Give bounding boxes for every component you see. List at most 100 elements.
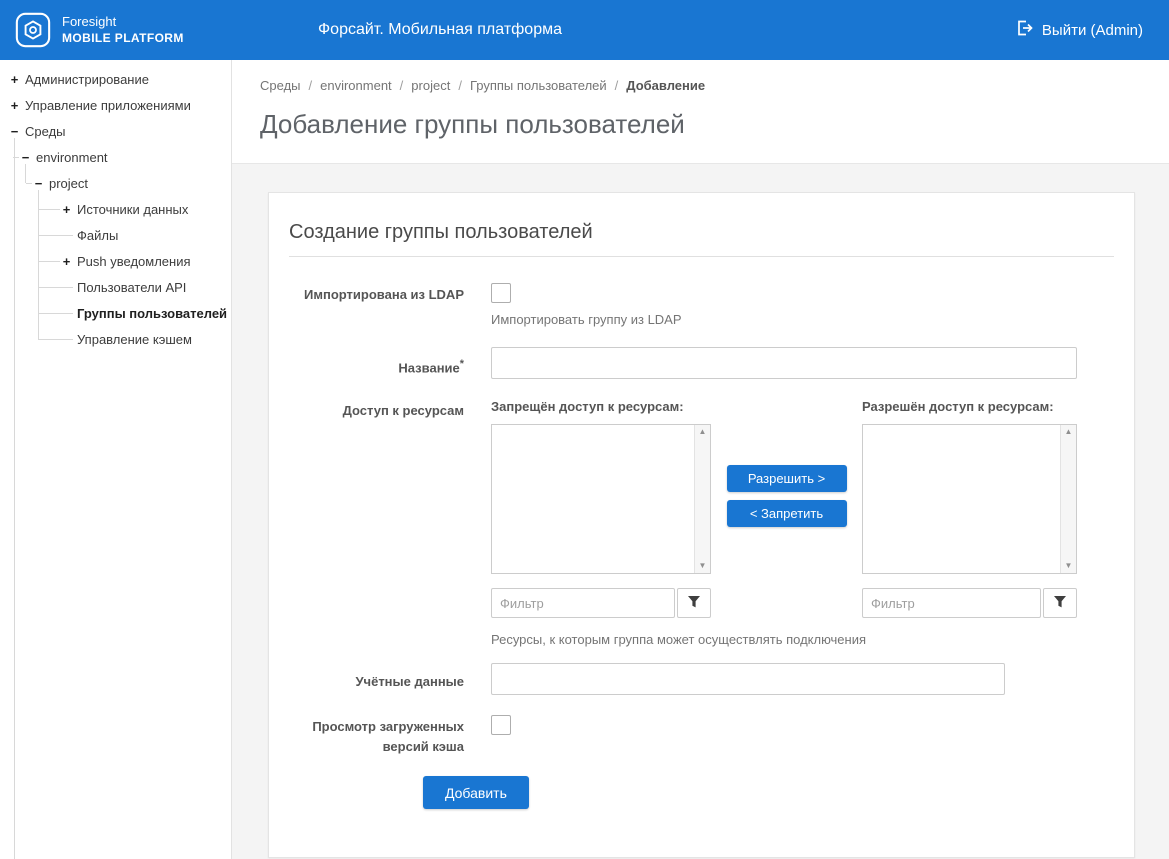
breadcrumb: Среды / environment / project / Группы п… bbox=[260, 78, 1141, 93]
credentials-label: Учётные данные bbox=[289, 663, 464, 695]
sidebar-item-api-users[interactable]: Пользователи API bbox=[0, 274, 231, 300]
tree-expand-icon[interactable]: + bbox=[60, 203, 73, 216]
ldap-label: Импортирована из LDAP bbox=[289, 283, 464, 327]
breadcrumb-item[interactable]: Среды bbox=[260, 78, 301, 93]
sidebar-item-user-groups[interactable]: Группы пользователей bbox=[0, 300, 231, 326]
denied-filter-button[interactable] bbox=[677, 588, 711, 618]
cache-view-checkbox[interactable] bbox=[491, 715, 511, 735]
sidebar-item-label: Источники данных bbox=[77, 202, 188, 217]
sidebar-item-label: Файлы bbox=[77, 228, 118, 243]
page-title: Добавление группы пользователей bbox=[260, 107, 1141, 141]
tree-connector bbox=[38, 313, 73, 314]
sidebar-item-environment[interactable]: − environment bbox=[0, 144, 231, 170]
form-row-name: Название* bbox=[289, 347, 1114, 379]
tree-connector bbox=[38, 235, 73, 236]
name-label: Название* bbox=[289, 347, 464, 379]
form-row-submit: Добавить bbox=[289, 776, 1114, 809]
tree-expand-icon[interactable]: + bbox=[8, 73, 21, 86]
ldap-helper-text: Импортировать группу из LDAP bbox=[491, 312, 1114, 327]
breadcrumb-separator: / bbox=[615, 78, 619, 93]
foresight-logo-icon bbox=[14, 11, 52, 49]
form-row-resources: Доступ к ресурсам Запрещён доступ к ресу… bbox=[289, 399, 1114, 647]
breadcrumb-item[interactable]: project bbox=[411, 78, 450, 93]
breadcrumb-separator: / bbox=[458, 78, 462, 93]
form-row-credentials: Учётные данные bbox=[289, 663, 1114, 695]
scroll-up-icon[interactable]: ▲ bbox=[699, 425, 707, 439]
logo-text: Foresight MOBILE PLATFORM bbox=[62, 14, 184, 45]
sidebar-item-data-sources[interactable]: + Источники данных bbox=[0, 196, 231, 222]
sidebar-item-label: Управление приложениями bbox=[25, 98, 191, 113]
allow-button[interactable]: Разрешить > bbox=[727, 465, 847, 492]
deny-button[interactable]: < Запретить bbox=[727, 500, 847, 527]
sidebar-item-files[interactable]: Файлы bbox=[0, 222, 231, 248]
scroll-down-icon[interactable]: ▼ bbox=[1065, 559, 1073, 573]
sidebar-item-label: Среды bbox=[25, 124, 66, 139]
sidebar-item-label: Push уведомления bbox=[77, 254, 191, 269]
app-header: Foresight MOBILE PLATFORM Форсайт. Мобил… bbox=[0, 0, 1169, 60]
tree-collapse-icon[interactable]: − bbox=[32, 177, 45, 190]
tree-expand-icon[interactable]: + bbox=[60, 255, 73, 268]
allowed-filter-row bbox=[862, 588, 1077, 618]
add-button[interactable]: Добавить bbox=[423, 776, 529, 809]
credentials-input[interactable] bbox=[491, 663, 1005, 695]
sidebar-item-environments[interactable]: − Среды bbox=[0, 118, 231, 144]
logout-button[interactable]: Выйти (Admin) bbox=[1015, 19, 1169, 41]
listbox-scrollbar[interactable]: ▲ ▼ bbox=[694, 425, 710, 573]
resources-transfer-widget: Запрещён доступ к ресурсам: ▲ ▼ bbox=[491, 399, 1114, 618]
denied-filter-row bbox=[491, 588, 711, 618]
sidebar-item-label: Управление кэшем bbox=[77, 332, 192, 347]
breadcrumb-current: Добавление bbox=[626, 78, 705, 93]
tree-collapse-icon[interactable]: − bbox=[19, 151, 32, 164]
name-label-text: Название bbox=[398, 360, 459, 375]
sidebar-item-push-notifications[interactable]: + Push уведомления bbox=[0, 248, 231, 274]
allowed-filter-input[interactable] bbox=[862, 588, 1041, 618]
logo-line1: Foresight bbox=[62, 14, 184, 30]
logout-icon bbox=[1015, 19, 1033, 41]
sidebar-item-label: Администрирование bbox=[25, 72, 149, 87]
sidebar-tree: + Администрирование + Управление приложе… bbox=[0, 60, 232, 859]
tree-collapse-icon[interactable]: − bbox=[8, 125, 21, 138]
listbox-scrollbar[interactable]: ▲ ▼ bbox=[1060, 425, 1076, 573]
form-row-cache-view: Просмотр загруженных версий кэша bbox=[289, 715, 1114, 756]
form-row-ldap: Импортирована из LDAP Импортировать груп… bbox=[289, 283, 1114, 327]
sidebar-item-label: Группы пользователей bbox=[77, 306, 227, 321]
scroll-down-icon[interactable]: ▼ bbox=[699, 559, 707, 573]
tree-expand-icon[interactable]: + bbox=[8, 99, 21, 112]
app-title: Форсайт. Мобильная платформа bbox=[318, 21, 562, 39]
sidebar-item-project[interactable]: − project bbox=[0, 170, 231, 196]
name-input[interactable] bbox=[491, 347, 1077, 379]
tree-connector bbox=[38, 209, 60, 210]
breadcrumb-item[interactable]: environment bbox=[320, 78, 392, 93]
logo-block: Foresight MOBILE PLATFORM bbox=[0, 11, 230, 49]
sidebar-item-label: project bbox=[49, 176, 88, 191]
denied-filter-input[interactable] bbox=[491, 588, 675, 618]
sidebar-item-cache-management[interactable]: Управление кэшем bbox=[0, 326, 231, 352]
page-body: Создание группы пользователей Импортиров… bbox=[232, 164, 1169, 859]
required-mark: * bbox=[460, 358, 464, 370]
logo-line2: MOBILE PLATFORM bbox=[62, 31, 184, 46]
sidebar-item-app-management[interactable]: + Управление приложениями bbox=[0, 92, 231, 118]
breadcrumb-separator: / bbox=[309, 78, 313, 93]
cache-view-label: Просмотр загруженных версий кэша bbox=[289, 715, 464, 756]
breadcrumb-item[interactable]: Группы пользователей bbox=[470, 78, 607, 93]
sidebar-item-administration[interactable]: + Администрирование bbox=[0, 66, 231, 92]
tree-connector bbox=[38, 287, 73, 288]
denied-resources-listbox[interactable]: ▲ ▼ bbox=[491, 424, 711, 574]
filter-icon bbox=[687, 595, 701, 612]
ldap-checkbox[interactable] bbox=[491, 283, 511, 303]
tree-connector bbox=[38, 261, 60, 262]
form-section-title: Создание группы пользователей bbox=[289, 213, 1114, 257]
denied-resources-heading: Запрещён доступ к ресурсам: bbox=[491, 399, 711, 414]
sidebar-item-label: environment bbox=[36, 150, 108, 165]
form-card: Создание группы пользователей Импортиров… bbox=[268, 192, 1135, 858]
logout-label: Выйти (Admin) bbox=[1042, 22, 1143, 39]
allowed-filter-button[interactable] bbox=[1043, 588, 1077, 618]
scroll-up-icon[interactable]: ▲ bbox=[1065, 425, 1073, 439]
resources-label: Доступ к ресурсам bbox=[289, 399, 464, 647]
tree-connector bbox=[38, 339, 73, 340]
breadcrumb-separator: / bbox=[400, 78, 404, 93]
resources-helper-text: Ресурсы, к которым группа может осуществ… bbox=[491, 632, 1114, 647]
allowed-resources-listbox[interactable]: ▲ ▼ bbox=[862, 424, 1077, 574]
filter-icon bbox=[1053, 595, 1067, 612]
allowed-resources-heading: Разрешён доступ к ресурсам: bbox=[862, 399, 1077, 414]
